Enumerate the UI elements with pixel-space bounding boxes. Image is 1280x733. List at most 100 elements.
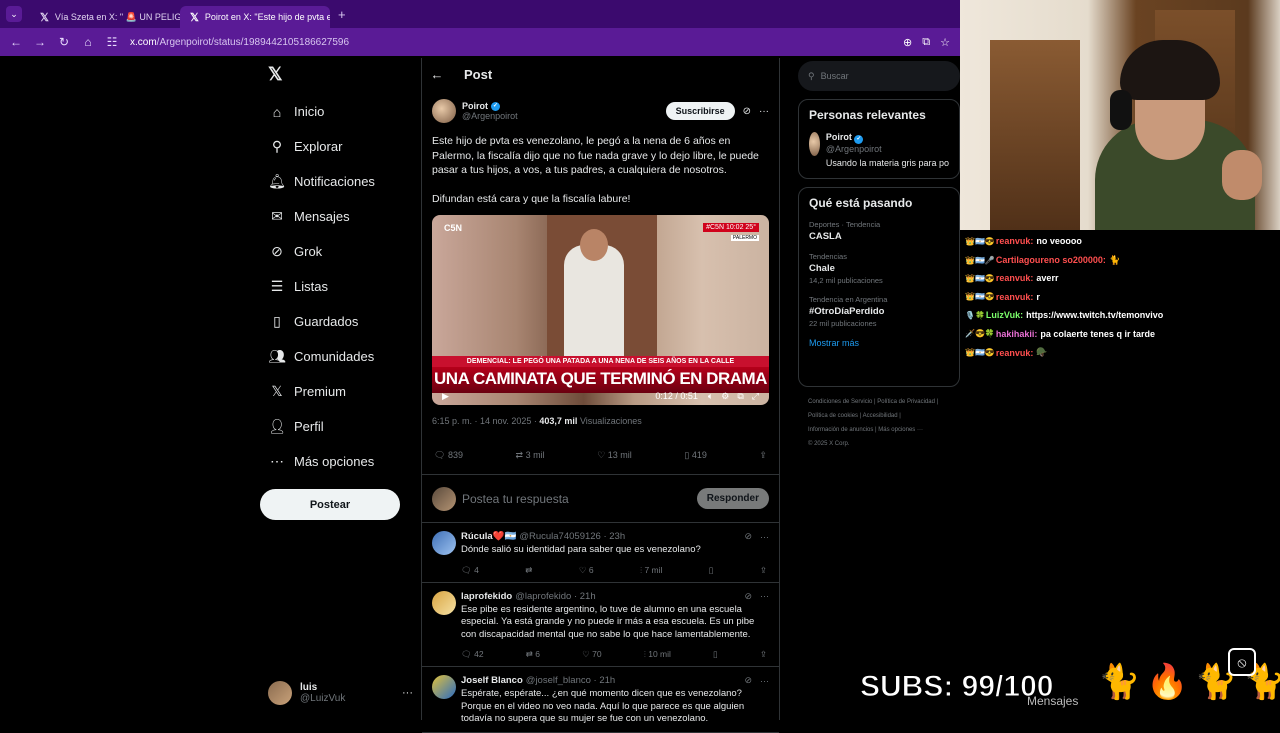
reply-author[interactable]: Rúcula❤️🇦🇷 — [461, 531, 516, 542]
person-name[interactable]: Poirot — [826, 132, 852, 142]
reply-action[interactable]: 🗨︎ 4 — [461, 565, 479, 576]
reply-button[interactable]: Responder — [696, 488, 769, 509]
nav-item-mensajes[interactable]: ✉ Mensajes — [260, 199, 420, 234]
more-icon[interactable]: ··· — [402, 687, 413, 699]
person-icon: 👤︎ — [268, 418, 286, 434]
grok-icon[interactable]: ⊘ — [744, 675, 752, 686]
nav-item-premium[interactable]: 𝕏 Premium — [260, 374, 420, 409]
author-avatar[interactable] — [432, 99, 456, 123]
nav-item-más-opciones[interactable]: ⋯ Más opciones — [260, 444, 420, 479]
post-button[interactable]: Postear — [260, 489, 400, 520]
nav-item-perfil[interactable]: 👤︎ Perfil — [260, 409, 420, 444]
fullscreen-icon[interactable]: ⤢ — [752, 391, 759, 402]
post-time[interactable]: 6:15 p. m. · 14 nov. 2025 · — [432, 416, 539, 426]
nav-item-explorar[interactable]: ⚲ Explorar — [260, 129, 420, 164]
zoom-icon[interactable]: ⊕ — [903, 36, 912, 49]
avatar[interactable] — [432, 590, 456, 615]
reply-item[interactable]: laprofekido @laprofekido · 21h ⊘ ··· Ese p… — [422, 583, 779, 667]
reply-item[interactable]: Rúcula❤️🇦🇷 @Rucula74059126 · 23h ⊘ ··· Dón… — [422, 523, 779, 583]
like-action[interactable]: ♡ 13 mil — [597, 450, 632, 461]
person-handle[interactable]: @Argenpoirot — [826, 144, 949, 154]
nav-item-notificaciones[interactable]: 🔔︎ Notificaciones — [260, 164, 420, 199]
footer-line[interactable]: Condiciones de Servicio | Política de Pr… — [808, 395, 960, 409]
reply-handle[interactable]: @laprofekido · 21h — [515, 591, 595, 602]
nav-item-label: Guardados — [294, 314, 359, 329]
repost-action[interactable]: ⇄ — [525, 565, 532, 576]
video-controls: ▶ 0:12 / 0:51 🔈︎ ⚙ ⧉ ⤢ — [432, 387, 769, 405]
video-player[interactable]: C5N #C5N 10:02 25° PALERMO DEMENCIAL: LE… — [432, 215, 769, 405]
reply-action[interactable]: 🗨︎ 839 — [434, 450, 463, 461]
install-icon[interactable]: ⧉ — [922, 36, 930, 49]
repost-action[interactable]: ⇄ 3 mil — [516, 450, 545, 461]
like-action[interactable]: ♡ 6 — [579, 565, 594, 576]
x-logo-icon[interactable]: 𝕏 — [268, 64, 420, 86]
pip-icon[interactable]: ⧉ — [737, 391, 743, 402]
grok-icon[interactable]: ⊘ — [744, 591, 752, 602]
forward-icon[interactable]: → — [28, 35, 52, 49]
author-name[interactable]: Poirot — [462, 101, 488, 111]
tab-2[interactable]: 𝕏 Poirot en X: "Este hijo de pvta e... ✕ — [180, 6, 330, 28]
subscribe-button[interactable]: Suscribirse — [665, 102, 735, 120]
subs-counter: SUBS: 99/100 — [859, 670, 1054, 704]
bookmark-icon[interactable]: ▯ — [709, 565, 714, 576]
share-icon[interactable]: ⇪ — [760, 649, 767, 660]
bookmark-action[interactable]: ▯ 419 — [684, 450, 707, 461]
new-tab-button[interactable]: + — [338, 7, 346, 22]
account-switcher[interactable]: luis @LuizVuk ··· — [268, 678, 413, 708]
trend-item[interactable]: Tendencias Chale 14,2 mil publicaciones — [809, 252, 949, 285]
volume-icon[interactable]: 🔈︎ — [708, 391, 713, 402]
author-handle[interactable]: @Argenpoirot — [462, 111, 518, 121]
footer-line[interactable]: Política de cookies | Accesibilidad | — [808, 409, 960, 423]
bookmark-icon[interactable]: ▯ — [713, 649, 718, 660]
repost-action[interactable]: ⇄ 6 — [526, 649, 540, 660]
nav-item-comunidades[interactable]: 👥︎ Comunidades — [260, 339, 420, 374]
nav-item-listas[interactable]: ☰ Listas — [260, 269, 420, 304]
views-action[interactable]: ⫶ 7 mil — [640, 565, 662, 576]
search-placeholder: Buscar — [820, 71, 849, 81]
avatar[interactable] — [432, 675, 456, 699]
more-icon[interactable]: ··· — [760, 676, 769, 686]
reply-handle[interactable]: @joself_blanco · 21h — [526, 675, 615, 686]
more-icon[interactable]: ··· — [759, 106, 769, 117]
reply-author[interactable]: laprofekido — [461, 591, 512, 602]
reply-action[interactable]: 🗨︎ 42 — [461, 649, 484, 660]
reply-author[interactable]: Joself Blanco — [461, 675, 523, 686]
reload-icon[interactable]: ↻ — [52, 35, 76, 49]
chat-text: r — [1036, 291, 1040, 302]
settings-icon[interactable]: ⚙ — [721, 391, 729, 402]
share-icon[interactable]: ⇪ — [760, 565, 767, 576]
back-arrow-icon[interactable]: ← — [422, 67, 452, 82]
notification-bell-icon[interactable]: ⦸ — [1228, 648, 1256, 676]
home-icon[interactable]: ⌂ — [76, 35, 100, 49]
star-icon[interactable]: ☆ — [940, 36, 950, 49]
avatar[interactable] — [432, 531, 456, 555]
footer-line[interactable]: Información de anuncios | Más opciones ·… — [808, 423, 960, 437]
like-action[interactable]: ♡ 70 — [582, 649, 601, 660]
footer-links: Condiciones de Servicio | Política de Pr… — [798, 395, 960, 451]
nav-item-guardados[interactable]: ▯ Guardados — [260, 304, 420, 339]
reply-input[interactable]: Postea tu respuesta — [462, 492, 569, 506]
reply-handle[interactable]: @Rucula74059126 · 23h — [519, 531, 625, 542]
trend-item[interactable]: Tendencia en Argentina #OtroDíaPerdido 2… — [809, 295, 949, 328]
views-action[interactable]: ⫶ 10 mil — [644, 649, 671, 660]
nav-item-grok[interactable]: ⊘ Grok — [260, 234, 420, 269]
avatar[interactable] — [809, 132, 820, 156]
trend-item[interactable]: Deportes · Tendencia CASLA — [809, 220, 949, 242]
grok-icon[interactable]: ⊘ — [743, 106, 751, 117]
tab-1[interactable]: 𝕏 Vía Szeta en X: " 🚨 UN PELIGRO... ✕ — [30, 6, 180, 28]
play-icon[interactable]: ▶ — [442, 391, 449, 402]
chat-badges: 🎙️🍀 — [965, 310, 985, 320]
search-input[interactable]: ⚲ Buscar — [798, 61, 960, 91]
grok-icon[interactable]: ⊘ — [744, 531, 752, 542]
share-icon[interactable]: ⇪ — [759, 450, 767, 461]
more-icon[interactable]: ··· — [760, 591, 769, 601]
show-more-link[interactable]: Mostrar más — [809, 338, 949, 348]
reply-item[interactable]: Joself Blanco @joself_blanco · 21h ⊘ ··· E… — [422, 667, 779, 733]
tab-menu-button[interactable]: ⌄ — [6, 6, 22, 22]
nav-item-inicio[interactable]: ⌂ Inicio — [260, 94, 420, 129]
more-icon[interactable]: ··· — [760, 532, 769, 542]
back-icon[interactable]: ← — [4, 35, 28, 49]
site-info-icon[interactable]: ☷ — [100, 35, 124, 49]
url-field[interactable]: x.com/Argenpoirot/status/198944210518662… — [130, 37, 349, 48]
location-badge: PALERMO — [730, 235, 759, 241]
